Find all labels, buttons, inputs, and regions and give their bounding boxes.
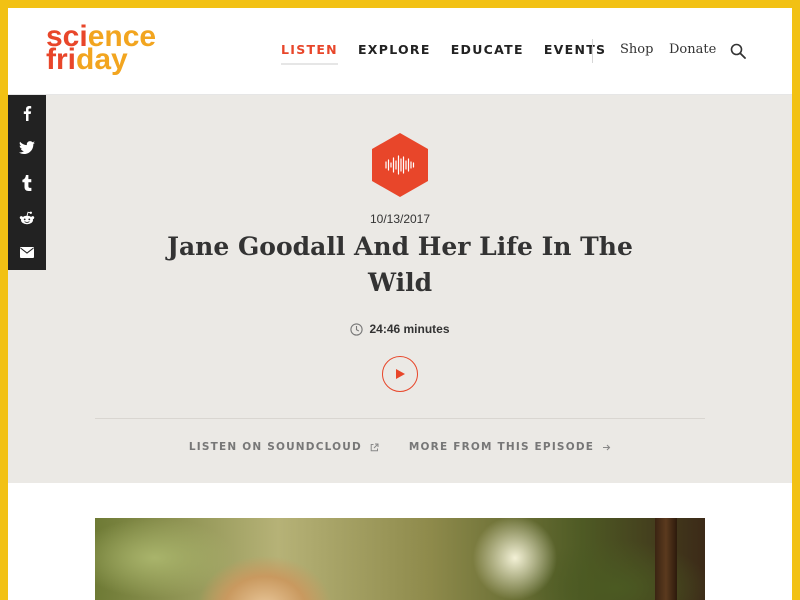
episode-links: LISTEN ON SOUNDCLOUD MORE FROM THIS EPIS… <box>8 441 792 453</box>
nav-educate[interactable]: EDUCATE <box>451 42 524 65</box>
play-icon <box>396 369 405 379</box>
duration-text: 24:46 minutes <box>369 322 450 336</box>
science-friday-logo[interactable]: science friday <box>46 22 156 75</box>
episode-title: Jane Goodall And Her Life In The Wild <box>167 232 633 297</box>
soundcloud-link-label: LISTEN ON SOUNDCLOUD <box>188 441 362 453</box>
photo-tree-trunk <box>655 518 677 600</box>
logo-text: day <box>76 43 128 76</box>
share-tumblr-button[interactable] <box>8 165 46 200</box>
arrow-right-icon <box>603 444 611 450</box>
main-nav: LISTEN EXPLORE EDUCATE EVENTS <box>281 42 606 65</box>
facebook-icon <box>23 105 32 121</box>
audio-waveform-icon <box>372 133 428 197</box>
clock-icon <box>350 322 364 336</box>
nav-events[interactable]: EVENTS <box>544 42 607 65</box>
twitter-icon <box>19 140 35 154</box>
divider <box>95 418 705 419</box>
nav-explore[interactable]: EXPLORE <box>358 42 431 65</box>
nav-listen[interactable]: LISTEN <box>281 42 338 65</box>
episode-duration: 24:46 minutes <box>8 322 792 336</box>
logo-text: fri <box>46 43 76 76</box>
share-email-button[interactable] <box>8 235 46 270</box>
more-from-episode-link[interactable]: MORE FROM THIS EPISODE <box>409 441 611 453</box>
email-icon <box>20 247 34 258</box>
external-link-icon <box>370 443 379 451</box>
play-button[interactable] <box>382 356 418 392</box>
featured-photo <box>95 518 705 600</box>
more-link-label: MORE FROM THIS EPISODE <box>408 441 595 453</box>
share-reddit-button[interactable] <box>8 200 46 235</box>
search-icon[interactable] <box>730 43 746 59</box>
episode-hero: 10/13/2017 Jane Goodall And Her Life In … <box>8 95 792 483</box>
nav-divider <box>592 39 593 63</box>
social-share-bar <box>8 95 46 270</box>
shop-link[interactable]: Shop <box>620 42 653 57</box>
reddit-icon <box>19 211 35 224</box>
episode-date: 10/13/2017 <box>369 212 431 226</box>
share-twitter-button[interactable] <box>8 130 46 165</box>
share-facebook-button[interactable] <box>8 95 46 130</box>
site-header: science friday LISTEN EXPLORE EDUCATE EV… <box>8 8 792 95</box>
tumblr-icon <box>22 174 32 191</box>
listen-on-soundcloud-link[interactable]: LISTEN ON SOUNDCLOUD <box>189 441 379 453</box>
page-frame: science friday LISTEN EXPLORE EDUCATE EV… <box>8 8 792 600</box>
donate-link[interactable]: Donate <box>669 42 716 57</box>
